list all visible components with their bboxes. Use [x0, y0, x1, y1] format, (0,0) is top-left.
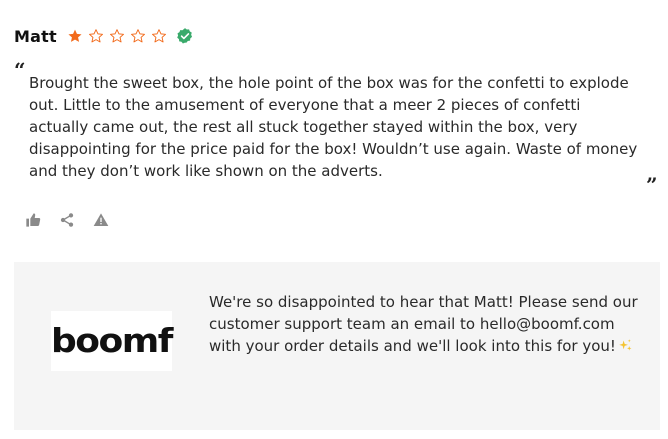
open-quote-mark: “ [14, 58, 26, 82]
review-header: Matt [14, 24, 194, 48]
verified-badge-icon [177, 28, 192, 44]
company-logo: boomf [51, 311, 173, 371]
close-quote-mark: ” [646, 173, 658, 197]
star-empty-icon [88, 29, 103, 43]
report-warning-icon[interactable] [93, 212, 109, 228]
star-empty-icon [130, 29, 145, 43]
review-actions [25, 212, 109, 228]
star-filled-icon [68, 29, 82, 42]
star-rating [67, 28, 172, 44]
logo-wordmark: boomf [51, 322, 173, 360]
thumbs-up-icon[interactable] [25, 212, 41, 228]
star-empty-icon [109, 29, 124, 43]
review-body: Brought the sweet box, the hole point of… [29, 74, 638, 180]
reply-message: We're so disappointed to hear that Matt!… [209, 291, 639, 357]
star-empty-icon [151, 29, 166, 43]
sparkle-icon [619, 339, 632, 351]
share-icon[interactable] [59, 212, 75, 228]
reviewer-name: Matt [14, 26, 57, 46]
reply-text: We're so disappointed to hear that Matt!… [209, 293, 638, 355]
company-reply: boomf We're so disappointed to hear that… [14, 262, 660, 430]
